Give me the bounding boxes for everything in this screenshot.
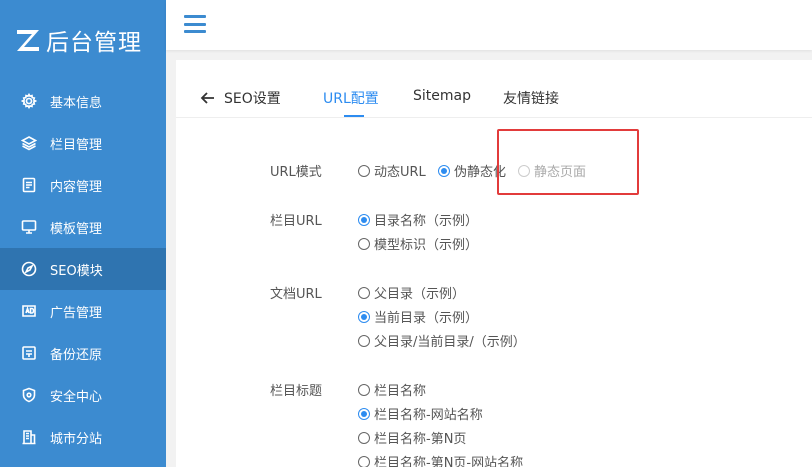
column-url-label: 栏目URL	[270, 214, 322, 229]
radio-circle	[358, 334, 370, 347]
option-label: 栏目名称-第N页	[374, 432, 467, 447]
compass-icon	[20, 260, 38, 278]
radio-circle-checked	[358, 407, 370, 420]
option-label: 目录名称（示例）	[374, 214, 479, 229]
column-title-name-site-radio[interactable]: 栏目名称-网站名称	[358, 404, 483, 423]
sidebar-item-security[interactable]: 安全中心	[0, 374, 166, 416]
sidebar-item-label: 基本信息	[50, 95, 103, 111]
backup-icon	[20, 344, 38, 362]
sidebar-item-label: 备份还原	[50, 347, 103, 363]
menu-toggle-icon[interactable]	[184, 15, 206, 33]
sidebar-item-label: 内容管理	[50, 179, 103, 195]
tab-sitemap[interactable]: Sitemap	[413, 88, 471, 104]
top-header	[166, 0, 812, 50]
radio-circle	[358, 286, 370, 299]
sidebar-item-backup[interactable]: 备份还原	[0, 332, 166, 374]
url-mode-label: URL模式	[270, 165, 322, 180]
column-url-model-id-radio[interactable]: 模型标识（示例）	[358, 234, 478, 253]
sidebar-item-label: 栏目管理	[50, 137, 103, 153]
column-title-name-radio[interactable]: 栏目名称	[358, 380, 426, 399]
sidebar-item-content[interactable]: 内容管理	[0, 164, 166, 206]
radio-circle-checked	[438, 164, 450, 177]
sidebar-menu: 基本信息 栏目管理 内容管理 模板管理 SEO模块 广告管理 备份还原 安全中心…	[0, 80, 166, 458]
content-card: SEO设置 URL配置 Sitemap 友情链接 URL模式 动态URL 伪静态…	[176, 60, 812, 467]
radio-circle	[358, 383, 370, 396]
arrow-left-icon	[200, 90, 216, 106]
column-url-dir-name-radio[interactable]: 目录名称（示例）	[358, 210, 478, 229]
radio-circle-checked	[358, 213, 370, 226]
sidebar-item-label: 广告管理	[50, 305, 103, 321]
radio-circle	[358, 455, 370, 467]
option-label: 栏目名称-网站名称	[374, 408, 483, 423]
option-label: 动态URL	[374, 165, 426, 180]
sidebar-item-column[interactable]: 栏目管理	[0, 122, 166, 164]
option-label: 当前目录（示例）	[374, 311, 479, 326]
tab-friend-links[interactable]: 友情链接	[503, 88, 559, 108]
radio-circle	[358, 164, 370, 177]
back-label: SEO设置	[224, 91, 281, 107]
radio-circle	[358, 237, 370, 250]
option-label: 父目录（示例）	[374, 287, 466, 302]
url-mode-dynamic-radio[interactable]: 动态URL	[358, 161, 426, 180]
document-icon	[20, 176, 38, 194]
column-title-name-page-site-radio[interactable]: 栏目名称-第N页-网站名称	[358, 452, 523, 467]
gear-icon	[20, 92, 38, 110]
doc-url-current-dir-radio[interactable]: 当前目录（示例）	[358, 307, 478, 326]
sidebar-item-label: SEO模块	[50, 263, 103, 279]
radio-circle	[358, 431, 370, 444]
doc-url-parent-current-radio[interactable]: 父目录/当前目录/（示例）	[358, 331, 526, 350]
option-label: 栏目名称	[374, 384, 427, 399]
back-button[interactable]: SEO设置	[200, 88, 281, 108]
column-title-label: 栏目标题	[270, 384, 323, 399]
logo: 后台管理	[0, 0, 166, 80]
tab-url-config[interactable]: URL配置	[323, 88, 379, 108]
logo-z-icon	[14, 26, 42, 54]
sidebar-item-city[interactable]: 城市分站	[0, 416, 166, 458]
url-mode-pseudo-static-radio[interactable]: 伪静态化	[438, 161, 506, 180]
column-title-name-page-radio[interactable]: 栏目名称-第N页	[358, 428, 466, 447]
tab-bar: SEO设置 URL配置 Sitemap 友情链接	[176, 60, 812, 118]
option-label: 父目录/当前目录/（示例）	[374, 335, 526, 350]
layers-icon	[20, 134, 38, 152]
shield-icon	[20, 386, 38, 404]
option-label: 模型标识（示例）	[374, 238, 479, 253]
active-tab-indicator	[344, 115, 364, 117]
ad-icon	[20, 302, 38, 320]
sidebar-item-label: 城市分站	[50, 431, 103, 447]
sidebar-item-template[interactable]: 模板管理	[0, 206, 166, 248]
sidebar-item-ads[interactable]: 广告管理	[0, 290, 166, 332]
building-icon	[20, 428, 38, 446]
annotation-highlight-box	[497, 129, 639, 195]
sidebar-item-seo[interactable]: SEO模块	[0, 248, 166, 290]
sidebar-item-basic-info[interactable]: 基本信息	[0, 80, 166, 122]
sidebar: 后台管理 基本信息 栏目管理 内容管理 模板管理 SEO模块 广告管理 备份还原…	[0, 0, 166, 467]
brand-title: 后台管理	[46, 30, 142, 56]
sidebar-item-label: 安全中心	[50, 389, 103, 405]
option-label: 栏目名称-第N页-网站名称	[374, 456, 524, 467]
doc-url-parent-dir-radio[interactable]: 父目录（示例）	[358, 283, 465, 302]
monitor-icon	[20, 218, 38, 236]
doc-url-label: 文档URL	[270, 287, 322, 302]
radio-circle-checked	[358, 310, 370, 323]
sidebar-item-label: 模板管理	[50, 221, 103, 237]
